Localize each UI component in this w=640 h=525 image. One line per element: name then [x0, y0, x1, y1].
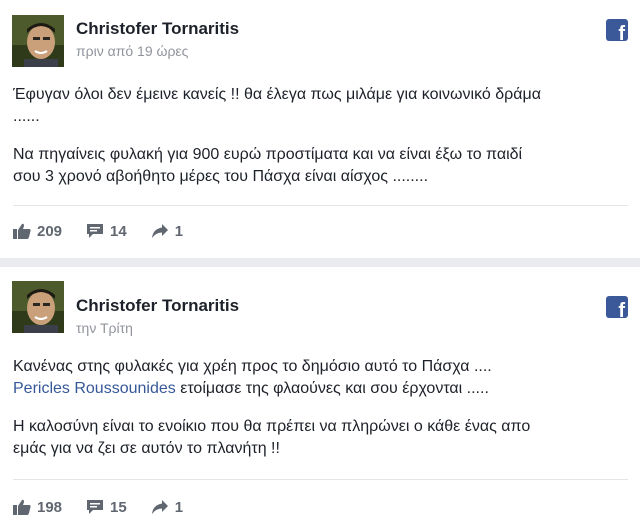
- post-text-line: Pericles Roussounides ετοίμασε της φλαού…: [13, 380, 489, 397]
- post-text: Κανένας στης φυλακές για χρέη προς το δη…: [13, 356, 628, 460]
- engagement-bar: 198 15 1: [13, 497, 207, 517]
- post-text-line: σου 3 χρονό αβοήθητο μέρες του Πάσχα είν…: [13, 168, 429, 185]
- avatar[interactable]: [12, 15, 64, 67]
- facebook-icon[interactable]: f: [606, 296, 628, 318]
- post-card: Christofer Tornaritis την Τρίτη f Κανένα…: [0, 267, 640, 525]
- divider: [13, 205, 628, 206]
- post-text: Έφυγαν όλοι δεν έμεινε κανείς !! θα έλεγ…: [13, 84, 628, 188]
- like-count[interactable]: 198: [13, 499, 62, 516]
- post-card: Christofer Tornaritis πριν από 19 ώρες f…: [0, 0, 640, 258]
- divider: [13, 479, 628, 480]
- post-timestamp[interactable]: την Τρίτη: [76, 320, 133, 336]
- share-icon: [151, 224, 168, 238]
- author-name[interactable]: Christofer Tornaritis: [76, 296, 239, 316]
- post-text-line: Να πηγαίνεις φυλακή για 900 ευρώ προστίμ…: [13, 146, 523, 163]
- avatar[interactable]: [12, 281, 64, 333]
- post-text-line: Η καλοσύνη είναι το ενοίκιο που θα πρέπε…: [13, 418, 531, 435]
- share-count[interactable]: 1: [151, 499, 183, 516]
- author-name[interactable]: Christofer Tornaritis: [76, 19, 239, 39]
- post-text-line: εμάς για να ζει σε αυτόν το πλανήτη !!: [13, 440, 280, 457]
- share-count[interactable]: 1: [151, 223, 183, 240]
- post-text-line: Έφυγαν όλοι δεν έμεινε κανείς !! θα έλεγ…: [13, 86, 541, 103]
- share-icon: [151, 500, 168, 514]
- thumbs-up-icon: [13, 223, 31, 239]
- mention-link[interactable]: Pericles Roussounides: [13, 380, 176, 397]
- comment-icon: [87, 500, 104, 514]
- post-text-line: ......: [13, 108, 40, 125]
- comment-icon: [87, 224, 104, 238]
- comment-count[interactable]: 14: [86, 223, 127, 240]
- comment-count[interactable]: 15: [86, 499, 127, 516]
- post-timestamp[interactable]: πριν από 19 ώρες: [76, 43, 188, 59]
- thumbs-up-icon: [13, 499, 31, 515]
- engagement-bar: 209 14 1: [13, 221, 207, 241]
- facebook-icon[interactable]: f: [606, 19, 628, 41]
- like-count[interactable]: 209: [13, 223, 62, 240]
- post-text-line: Κανένας στης φυλακές για χρέη προς το δη…: [13, 358, 492, 375]
